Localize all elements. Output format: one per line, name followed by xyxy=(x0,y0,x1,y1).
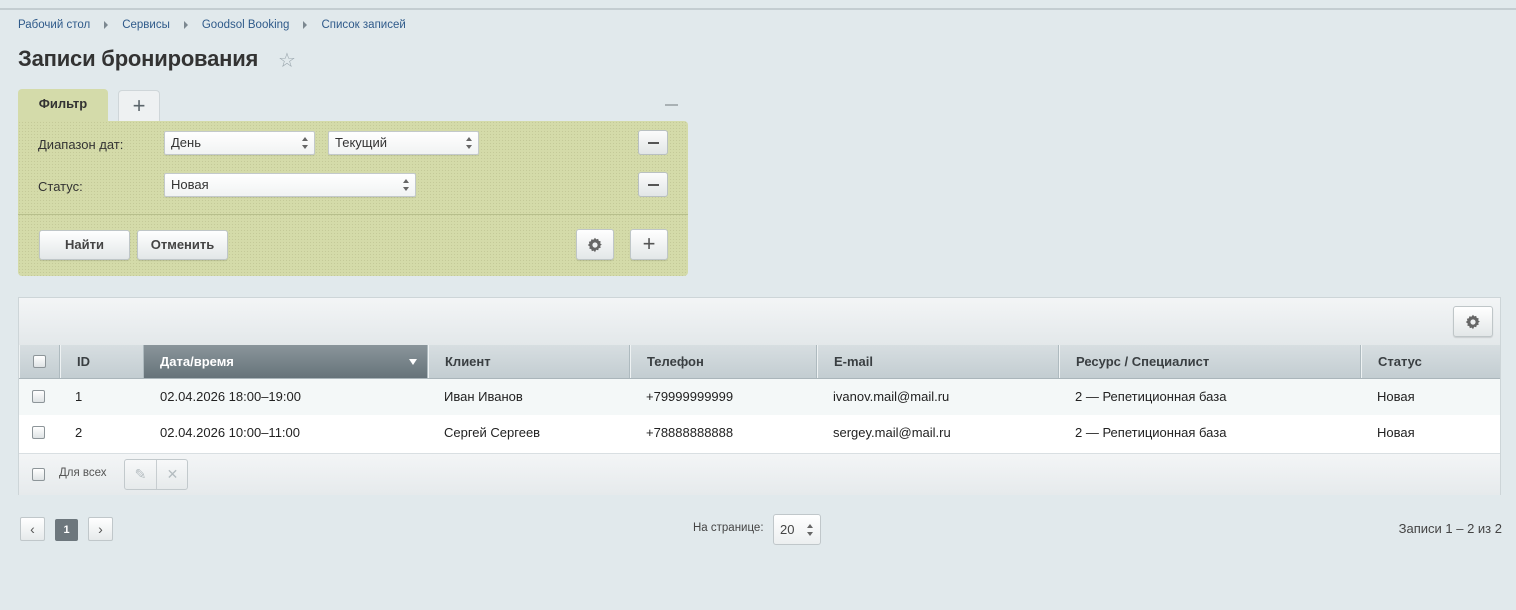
records-total: Записи 1 – 2 из 2 xyxy=(1398,521,1502,536)
per-page-label: На странице: xyxy=(693,522,764,534)
cell-status: Новая xyxy=(1377,389,1415,404)
filter-panel: Диапазон дат: День Текущий Статус: Новая… xyxy=(18,121,688,276)
cell-datetime: 02.04.2026 18:00–19:00 xyxy=(160,389,301,404)
filter-tab[interactable]: Фильтр xyxy=(18,89,108,122)
grid-footer: Для всех ✎ ✕ xyxy=(19,453,1500,495)
cell-status: Новая xyxy=(1377,425,1415,440)
find-button[interactable]: Найти xyxy=(39,230,130,260)
cell-email: ivanov.mail@mail.ru xyxy=(833,389,950,404)
select-arrows-icon xyxy=(302,137,308,149)
remove-status-button[interactable] xyxy=(638,172,668,197)
gear-icon xyxy=(587,237,602,253)
prev-page-button[interactable]: ‹ xyxy=(20,517,45,541)
breadcrumb-separator-icon xyxy=(303,21,308,29)
column-header-resource[interactable]: Ресурс / Специалист xyxy=(1059,345,1361,378)
close-icon[interactable]: ✕ xyxy=(157,465,188,483)
select-arrows-icon xyxy=(466,137,472,149)
grid-settings-button[interactable] xyxy=(1453,306,1493,337)
sort-desc-icon xyxy=(409,359,417,365)
cancel-button[interactable]: Отменить xyxy=(137,230,228,260)
star-icon[interactable]: ☆ xyxy=(278,51,296,71)
column-header-datetime-label: Дата/время xyxy=(160,354,234,369)
for-all-checkbox[interactable] xyxy=(32,468,45,481)
plus-icon: + xyxy=(642,231,656,256)
per-page-value: 20 xyxy=(780,522,795,537)
cell-phone: +79999999999 xyxy=(646,389,734,404)
cell-client: Сергей Сергеев xyxy=(444,425,541,440)
column-header-email[interactable]: E-mail xyxy=(817,345,1059,378)
date-range-value-select[interactable]: Текущий xyxy=(328,131,479,155)
select-arrows-icon xyxy=(807,524,813,536)
breadcrumb-goodsol-booking[interactable]: Goodsol Booking xyxy=(202,19,290,31)
top-divider xyxy=(0,8,1516,10)
date-range-value: Текущий xyxy=(335,135,387,150)
gear-icon xyxy=(1465,314,1480,330)
row-checkbox[interactable] xyxy=(32,390,45,403)
grid-header: ID Дата/время Клиент Телефон E-mail Ресу… xyxy=(19,345,1500,379)
cell-datetime: 02.04.2026 10:00–11:00 xyxy=(160,425,301,440)
add-filter-field-button[interactable]: + xyxy=(630,229,668,260)
minus-icon xyxy=(648,184,659,186)
cell-id: 2 xyxy=(75,425,83,440)
minus-icon xyxy=(648,142,659,144)
select-all-checkbox[interactable] xyxy=(33,355,46,368)
cell-phone: +78888888888 xyxy=(646,425,734,440)
group-actions: ✎ ✕ xyxy=(124,459,188,490)
select-arrows-icon xyxy=(403,179,409,191)
page-title: Записи бронирования xyxy=(18,46,259,71)
cell-email: sergey.mail@mail.ru xyxy=(833,425,951,440)
for-all-label: Для всех xyxy=(59,467,107,479)
status-select-value: Новая xyxy=(171,177,209,192)
cell-resource: 2 — Репетиционная база xyxy=(1075,425,1227,440)
cell-resource: 2 — Репетиционная база xyxy=(1075,389,1227,404)
cell-client: Иван Иванов xyxy=(444,389,523,404)
next-page-button[interactable]: › xyxy=(88,517,113,541)
chevron-left-icon: ‹ xyxy=(30,521,35,537)
records-grid: ID Дата/время Клиент Телефон E-mail Ресу… xyxy=(18,297,1501,495)
filter-settings-button[interactable] xyxy=(576,229,614,260)
breadcrumb: Рабочий стол Сервисы Goodsol Booking Спи… xyxy=(18,19,406,31)
column-header-datetime[interactable]: Дата/время xyxy=(144,345,428,378)
breadcrumb-services[interactable]: Сервисы xyxy=(122,19,170,31)
per-page-select[interactable]: 20 xyxy=(773,514,821,545)
current-page[interactable]: 1 xyxy=(55,519,78,541)
breadcrumb-records-list[interactable]: Список записей xyxy=(321,19,405,31)
status-select[interactable]: Новая xyxy=(164,173,416,197)
collapse-filter-icon[interactable] xyxy=(665,104,678,106)
date-range-label: Диапазон дат: xyxy=(38,137,124,152)
table-row[interactable]: 2 02.04.2026 10:00–11:00 Сергей Сергеев … xyxy=(19,415,1500,451)
grid-toolbar xyxy=(19,298,1500,345)
breadcrumb-separator-icon xyxy=(104,21,109,29)
plus-icon: + xyxy=(132,93,146,118)
column-header-phone[interactable]: Телефон xyxy=(630,345,817,378)
pencil-icon[interactable]: ✎ xyxy=(125,465,156,483)
breadcrumb-desktop[interactable]: Рабочий стол xyxy=(18,19,90,31)
column-header-client[interactable]: Клиент xyxy=(428,345,630,378)
cell-id: 1 xyxy=(75,389,83,404)
column-header-id[interactable]: ID xyxy=(60,345,144,378)
remove-date-range-button[interactable] xyxy=(638,130,668,155)
status-label: Статус: xyxy=(38,179,83,194)
header-checkbox-cell xyxy=(19,345,60,378)
add-filter-tab-button[interactable]: + xyxy=(118,90,160,121)
filter-divider xyxy=(18,214,688,215)
date-range-period-select[interactable]: День xyxy=(164,131,315,155)
chevron-right-icon: › xyxy=(98,521,103,537)
table-row[interactable]: 1 02.04.2026 18:00–19:00 Иван Иванов +79… xyxy=(19,379,1500,415)
date-range-period-value: День xyxy=(171,135,201,150)
breadcrumb-separator-icon xyxy=(183,21,188,29)
row-checkbox[interactable] xyxy=(32,426,45,439)
column-header-status[interactable]: Статус xyxy=(1361,345,1500,378)
